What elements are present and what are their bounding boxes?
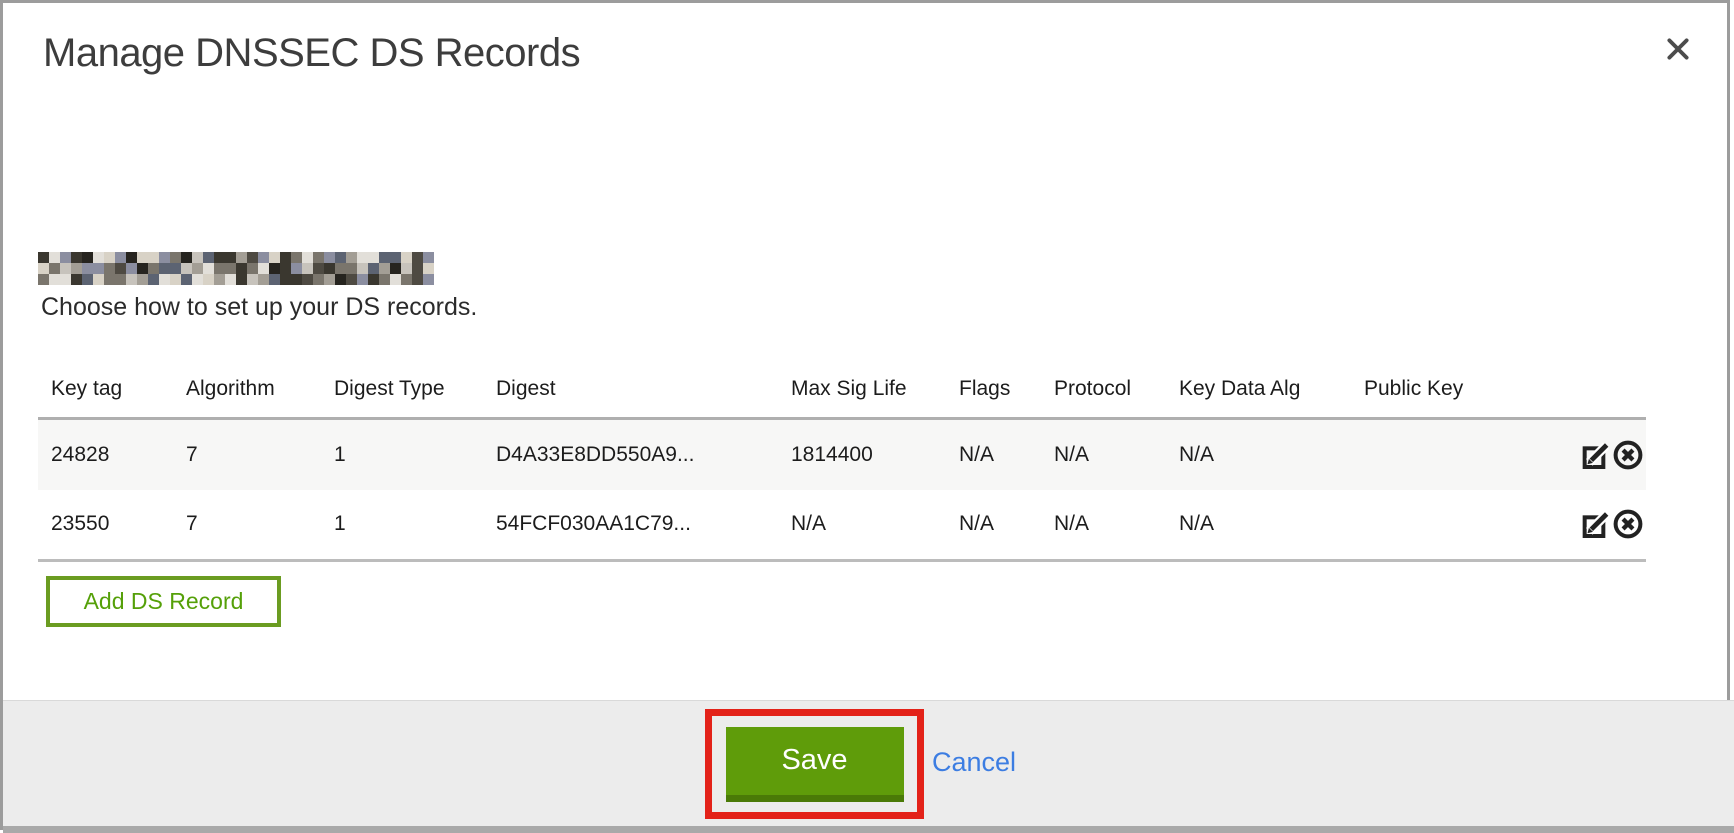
ds-records-table: Key tag Algorithm Digest Type Digest Max… bbox=[38, 369, 1646, 562]
cell-digest: 54FCF030AA1C79... bbox=[483, 490, 778, 561]
edit-record-button[interactable] bbox=[1580, 439, 1612, 471]
cell-protocol: N/A bbox=[1041, 419, 1166, 490]
cell-key-tag: 24828 bbox=[38, 419, 173, 490]
edit-icon bbox=[1580, 459, 1612, 474]
cell-max-sig-life: 1814400 bbox=[778, 419, 946, 490]
close-icon bbox=[1664, 51, 1692, 66]
col-header-public-key: Public Key bbox=[1351, 369, 1511, 419]
cell-digest-type: 1 bbox=[321, 419, 483, 490]
add-ds-record-button[interactable]: Add DS Record bbox=[46, 576, 281, 627]
row-actions bbox=[1511, 419, 1646, 490]
col-header-digest-type: Digest Type bbox=[321, 369, 483, 419]
cell-algorithm: 7 bbox=[173, 490, 321, 561]
page-title: Manage DNSSEC DS Records bbox=[43, 31, 580, 76]
cell-algorithm: 7 bbox=[173, 419, 321, 490]
col-header-key-data-alg: Key Data Alg bbox=[1166, 369, 1351, 419]
cancel-link[interactable]: Cancel bbox=[932, 747, 1016, 778]
cell-flags: N/A bbox=[946, 490, 1041, 561]
close-button[interactable] bbox=[1661, 33, 1695, 67]
col-header-key-tag: Key tag bbox=[38, 369, 173, 419]
delete-icon bbox=[1612, 459, 1644, 474]
cell-key-data-alg: N/A bbox=[1166, 419, 1351, 490]
table-row: 23550 7 1 54FCF030AA1C79... N/A N/A N/A … bbox=[38, 490, 1646, 561]
cell-public-key bbox=[1351, 419, 1511, 490]
edit-record-button[interactable] bbox=[1580, 508, 1612, 540]
delete-record-button[interactable] bbox=[1612, 508, 1644, 540]
table-row: 24828 7 1 D4A33E8DD550A9... 1814400 N/A … bbox=[38, 419, 1646, 490]
table-header-row: Key tag Algorithm Digest Type Digest Max… bbox=[38, 369, 1646, 419]
col-header-flags: Flags bbox=[946, 369, 1041, 419]
cell-public-key bbox=[1351, 490, 1511, 561]
col-header-max-sig-life: Max Sig Life bbox=[778, 369, 946, 419]
col-header-algorithm: Algorithm bbox=[173, 369, 321, 419]
cell-key-tag: 23550 bbox=[38, 490, 173, 561]
annotation-highlight-box: Save bbox=[705, 709, 924, 819]
instruction-text: Choose how to set up your DS records. bbox=[41, 293, 477, 322]
cell-digest: D4A33E8DD550A9... bbox=[483, 419, 778, 490]
col-header-protocol: Protocol bbox=[1041, 369, 1166, 419]
cell-max-sig-life: N/A bbox=[778, 490, 946, 561]
col-header-digest: Digest bbox=[483, 369, 778, 419]
edit-icon bbox=[1580, 528, 1612, 543]
cell-flags: N/A bbox=[946, 419, 1041, 490]
redacted-domain-name bbox=[38, 252, 434, 285]
save-button[interactable]: Save bbox=[726, 727, 904, 802]
dnssec-modal: Manage DNSSEC DS Records Choose how to s… bbox=[0, 0, 1730, 830]
col-header-actions bbox=[1511, 369, 1646, 419]
cell-digest-type: 1 bbox=[321, 490, 483, 561]
modal-footer: Save Cancel bbox=[3, 700, 1734, 833]
cell-key-data-alg: N/A bbox=[1166, 490, 1351, 561]
row-actions bbox=[1511, 490, 1646, 561]
delete-record-button[interactable] bbox=[1612, 439, 1644, 471]
delete-icon bbox=[1612, 528, 1644, 543]
cell-protocol: N/A bbox=[1041, 490, 1166, 561]
